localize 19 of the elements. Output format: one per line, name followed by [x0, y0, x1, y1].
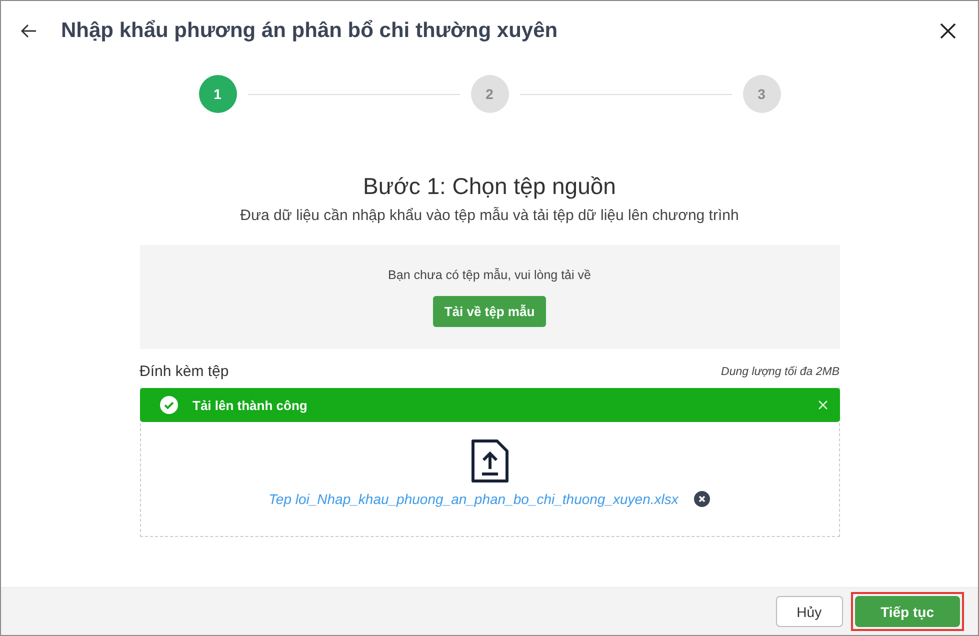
step-heading: Bước 1: Chọn tệp nguồn	[362, 173, 617, 200]
upload-area[interactable]: Tải lên thành công Tep loi_Nhap_khau_phuong_an_phan_bo_chi_thuong_xuyen.xlsx	[140, 388, 840, 537]
cancel-button[interactable]: Hủy	[776, 596, 843, 627]
close-icon[interactable]	[938, 21, 958, 41]
template-message: Bạn chưa có tệp mẫu, vui lòng tải về	[388, 268, 591, 282]
step-indicator: 3	[742, 75, 780, 113]
step-description: Đưa dữ liệu cần nhập khẩu vào tệp mẫu và tải tệp dữ liệu lên chương trình	[239, 207, 740, 224]
file-upload-icon	[470, 439, 508, 483]
alert-message: Tải lên thành công	[192, 398, 308, 412]
download-template-button[interactable]: Tải về tệp mẫu	[433, 296, 546, 326]
file-name-link[interactable]: Tep loi_Nhap_khau_phuong_an_phan_bo_chi_thuong_xuyen.xlsx	[268, 491, 678, 507]
step-indicator: 1	[198, 75, 236, 113]
remove-file-icon[interactable]	[694, 491, 710, 507]
attachment-label: Đính kèm tệp	[140, 363, 229, 380]
size-limit-note: Dung lượng tối đa 2MB	[721, 366, 840, 378]
step-indicator: 2	[470, 75, 508, 113]
dialog-title: Nhập khẩu phương án phân bổ chi thường xuyên	[61, 19, 559, 43]
check-circle-icon	[160, 396, 178, 414]
continue-button[interactable]: Tiếp tục	[854, 596, 960, 627]
